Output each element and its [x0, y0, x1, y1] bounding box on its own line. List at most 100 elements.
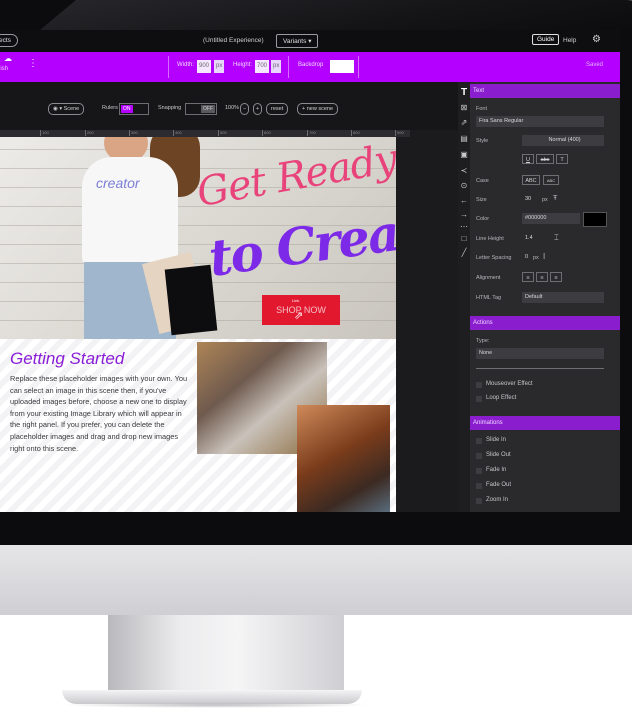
image-tool-icon[interactable]: ⊠: [459, 103, 469, 113]
actions-section-header[interactable]: Actions: [470, 316, 620, 330]
rulers-toggle[interactable]: ON: [119, 103, 149, 115]
letter-spacing-unit: px: [533, 255, 539, 261]
section-heading[interactable]: Getting Started: [10, 349, 124, 369]
width-input[interactable]: 900: [197, 60, 212, 73]
animations-section-header[interactable]: Animations: [470, 416, 620, 430]
new-scene-button[interactable]: + new scene: [297, 103, 339, 115]
size-label: Size: [476, 197, 487, 203]
size-input[interactable]: 30: [522, 194, 538, 205]
style-select[interactable]: Normal (400): [522, 135, 604, 146]
divider: [288, 56, 289, 78]
loop-label: Loop Effect: [486, 395, 517, 401]
rulers-state: ON: [121, 105, 133, 113]
variants-dropdown[interactable]: Variants ▾: [276, 34, 319, 48]
chevron-down-icon: ▾: [308, 38, 312, 45]
line-tool-icon[interactable]: ╱: [459, 248, 469, 258]
shape-tool-icon[interactable]: □: [459, 234, 469, 244]
uppercase-button[interactable]: ABC: [522, 175, 540, 185]
line-height-input[interactable]: 1.4: [522, 233, 540, 244]
gallery-tool-icon[interactable]: ▤: [459, 134, 469, 144]
animation-checkbox[interactable]: [476, 453, 482, 459]
letter-spacing-label: Letter Spacing: [476, 255, 512, 261]
type-label: Type:: [476, 338, 490, 344]
back-arrow-icon[interactable]: ←: [459, 196, 469, 206]
placeholder-image-boots[interactable]: [297, 405, 390, 512]
superscript-button[interactable]: T: [556, 154, 568, 164]
help-link[interactable]: Help: [563, 37, 576, 44]
animation-checkbox[interactable]: [476, 498, 482, 504]
animation-item[interactable]: Zoom In: [486, 497, 508, 503]
app-screen: ects (Untitled Experience) Variants ▾ Gu…: [0, 30, 620, 512]
ruler-tick: 400: [173, 130, 182, 136]
animation-item[interactable]: Fade In: [486, 467, 506, 473]
play-tool-icon[interactable]: ⊙: [459, 181, 469, 191]
hero-image[interactable]: creator Get Ready to Create! SHOP NOW Li…: [0, 137, 396, 339]
link-tool-icon[interactable]: ⇗: [459, 118, 469, 128]
projects-button[interactable]: ects: [0, 34, 18, 47]
line-height-icon: ⌶: [554, 233, 559, 242]
zoom-in-button[interactable]: +: [253, 103, 263, 115]
animation-checkbox[interactable]: [476, 468, 482, 474]
height-input[interactable]: 700: [255, 60, 270, 73]
share-tool-icon[interactable]: ≺: [459, 166, 469, 176]
font-label: Font: [476, 106, 488, 112]
publish-button[interactable]: lish: [0, 66, 8, 72]
mouseover-checkbox[interactable]: [476, 382, 482, 388]
style-label: Style: [476, 138, 489, 144]
html-tag-select[interactable]: Default: [522, 292, 604, 303]
variants-label: Variants: [283, 38, 307, 45]
animations-section-title: Animations: [473, 420, 503, 426]
forward-arrow-icon[interactable]: →: [459, 210, 469, 220]
size-unit: px: [542, 197, 548, 203]
properties-panel: Text Font Fira Sans Regular Style Normal…: [470, 82, 620, 512]
font-select[interactable]: Fira Sans Regular: [476, 116, 604, 127]
top-bar: ects (Untitled Experience) Variants ▾ Gu…: [0, 30, 620, 52]
animation-checkbox[interactable]: [476, 438, 482, 444]
divider: [476, 368, 604, 369]
model-shirt: [82, 157, 178, 267]
action-type-select[interactable]: None: [476, 348, 604, 359]
scene-dropdown[interactable]: ◉ ▾ Scene: [48, 103, 85, 115]
text-section-title: Text: [473, 88, 485, 94]
horizontal-ruler: 100 200 300 400 500 600 700 800 900: [0, 130, 410, 137]
alignment-label: Alignment: [476, 275, 501, 281]
scene-canvas[interactable]: creator Get Ready to Create! SHOP NOW Li…: [0, 137, 396, 512]
ruler-tick: 600: [262, 130, 271, 136]
dots-tool-icon[interactable]: ⋯: [459, 222, 469, 232]
animation-item[interactable]: Slide Out: [486, 452, 511, 458]
height-label: Height:: [233, 62, 253, 68]
animation-item[interactable]: Fade Out: [486, 482, 511, 488]
rulers-label: Rulers: [102, 105, 118, 111]
gear-icon[interactable]: ⚙: [592, 34, 601, 45]
monitor-chin: [0, 545, 632, 615]
backdrop-color-swatch[interactable]: [330, 60, 354, 73]
color-input[interactable]: #000000: [522, 213, 580, 224]
divider: [358, 56, 359, 78]
ruler-tick: 900: [395, 130, 404, 136]
reset-button[interactable]: reset: [266, 103, 289, 115]
height-unit: px: [271, 60, 282, 73]
section-body[interactable]: Replace these placeholder images with yo…: [10, 373, 194, 454]
align-center-icon[interactable]: ≡: [536, 272, 548, 282]
loop-checkbox[interactable]: [476, 396, 482, 402]
guide-button[interactable]: Guide: [532, 34, 560, 45]
text-section-header[interactable]: Text: [470, 84, 620, 98]
more-options-icon[interactable]: ⋮: [28, 58, 38, 69]
animation-item[interactable]: Slide In: [486, 437, 506, 443]
video-tool-icon[interactable]: ▣: [459, 150, 469, 160]
zoom-out-button[interactable]: −: [240, 103, 250, 115]
scene-label: Scene: [63, 106, 80, 112]
smallcaps-button[interactable]: ABC: [543, 175, 559, 185]
link-badge: Link: [292, 298, 300, 303]
animation-checkbox[interactable]: [476, 483, 482, 489]
align-left-icon[interactable]: ≡: [522, 272, 534, 282]
align-right-icon[interactable]: ≡: [550, 272, 562, 282]
upload-icon[interactable]: ☁: [4, 54, 12, 63]
strikethrough-button[interactable]: abc: [536, 154, 554, 164]
snapping-toggle[interactable]: OFF: [185, 103, 217, 115]
letter-spacing-input[interactable]: 0: [522, 252, 532, 263]
text-tool-icon[interactable]: T: [459, 88, 469, 98]
ruler-tick: 500: [218, 130, 227, 136]
color-swatch[interactable]: [583, 212, 607, 227]
underline-button[interactable]: U: [522, 154, 534, 164]
